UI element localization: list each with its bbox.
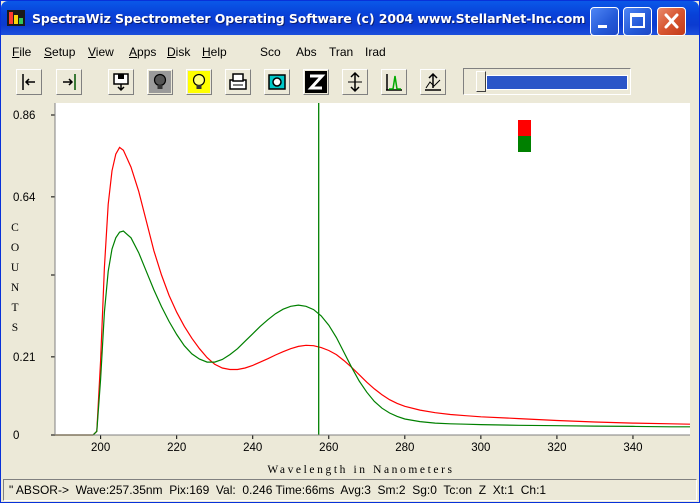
camera-icon (268, 74, 286, 90)
x-axis-label: Wavelength in Nanometers (267, 464, 454, 476)
y-tick-label: 0 (13, 430, 19, 442)
y-axis-label-letter: U (11, 262, 20, 274)
menu-view[interactable]: View (88, 45, 114, 59)
light-lamp-icon (188, 71, 210, 93)
menu-sco[interactable]: Sco (260, 45, 281, 59)
scale-vertical-icon (348, 71, 362, 93)
app-window: SpectraWiz Spectrometer Operating Softwa… (0, 0, 700, 503)
x-tick-label: 240 (243, 442, 262, 454)
expand-left-button[interactable] (16, 69, 42, 95)
camera-button[interactable] (264, 69, 290, 95)
save-button[interactable] (108, 69, 134, 95)
y-tick-label: 0.86 (13, 110, 35, 122)
x-tick-label: 280 (395, 442, 414, 454)
intensity-slider[interactable] (463, 68, 631, 95)
scale-up-icon (425, 72, 441, 91)
zero-button[interactable] (303, 69, 329, 95)
print-icon (229, 73, 247, 90)
menu-disk[interactable]: Disk (167, 45, 190, 59)
close-button[interactable] (657, 7, 686, 36)
peak-icon (386, 74, 402, 91)
slider-track[interactable] (486, 75, 628, 90)
y-axis-label-letter: O (11, 242, 19, 254)
menu-abs[interactable]: Abs (296, 45, 317, 59)
z-icon (305, 71, 327, 93)
save-disk-icon (113, 73, 129, 92)
maximize-button[interactable] (623, 7, 652, 36)
y-axis-label: COUNTS (11, 222, 20, 334)
menu-irad[interactable]: Irad (365, 45, 386, 59)
y-tick-label: 0.21 (13, 352, 35, 364)
x-tick-label: 200 (91, 442, 110, 454)
y-tick-label: 0.64 (13, 192, 36, 204)
slider-thumb[interactable] (476, 71, 486, 92)
menu-file[interactable]: File (12, 45, 31, 59)
window-title: SpectraWiz Spectrometer Operating Softwa… (32, 11, 586, 26)
scale-vertical-button[interactable] (342, 69, 368, 95)
dark-reference-button[interactable] (147, 69, 173, 95)
spectrawiz-app-icon[interactable] (7, 10, 25, 26)
minimize-icon (598, 25, 607, 28)
expand-right-button[interactable] (56, 69, 82, 95)
expand-right-icon (63, 74, 76, 90)
x-tick-label: 320 (547, 442, 566, 454)
menu-help[interactable]: Help (202, 45, 227, 59)
menu-setup[interactable]: Setup (44, 45, 75, 59)
expand-left-icon (22, 74, 35, 90)
minimize-button[interactable] (590, 7, 619, 36)
y-axis-label-letter: C (11, 222, 19, 234)
spectrum-plot[interactable]: 0 0.21 0.64 0.86 200 220 240 260 280 300 320 340 C… (1, 103, 698, 479)
title-bar[interactable]: SpectraWiz Spectrometer Operating Softwa… (1, 1, 699, 36)
y-axis-label-letter: N (11, 282, 20, 294)
maximize-icon (630, 13, 645, 28)
menu-bar: File Setup View Apps Disk Help Sco Abs T… (2, 44, 698, 64)
x-tick-label: 220 (167, 442, 186, 454)
plot-area[interactable] (55, 103, 690, 435)
x-tick-label: 260 (319, 442, 338, 454)
light-reference-button[interactable] (186, 69, 212, 95)
y-axis-label-letter: S (12, 322, 18, 334)
dark-lamp-icon (149, 71, 171, 93)
legend-swatch-red (518, 120, 531, 136)
x-tick-label: 300 (471, 442, 490, 454)
legend-swatch-green (518, 136, 531, 152)
menu-tran[interactable]: Tran (329, 45, 353, 59)
menu-apps[interactable]: Apps (129, 45, 156, 59)
status-bar: " ABSOR-> Wave:257.35nm Pix:169 Val: 0.2… (3, 479, 697, 501)
close-icon (664, 13, 679, 29)
x-tick-label: 340 (623, 442, 642, 454)
y-axis-label-letter: T (11, 302, 18, 314)
peak-button[interactable] (381, 69, 407, 95)
scale-up-button[interactable] (420, 69, 446, 95)
print-button[interactable] (225, 69, 251, 95)
